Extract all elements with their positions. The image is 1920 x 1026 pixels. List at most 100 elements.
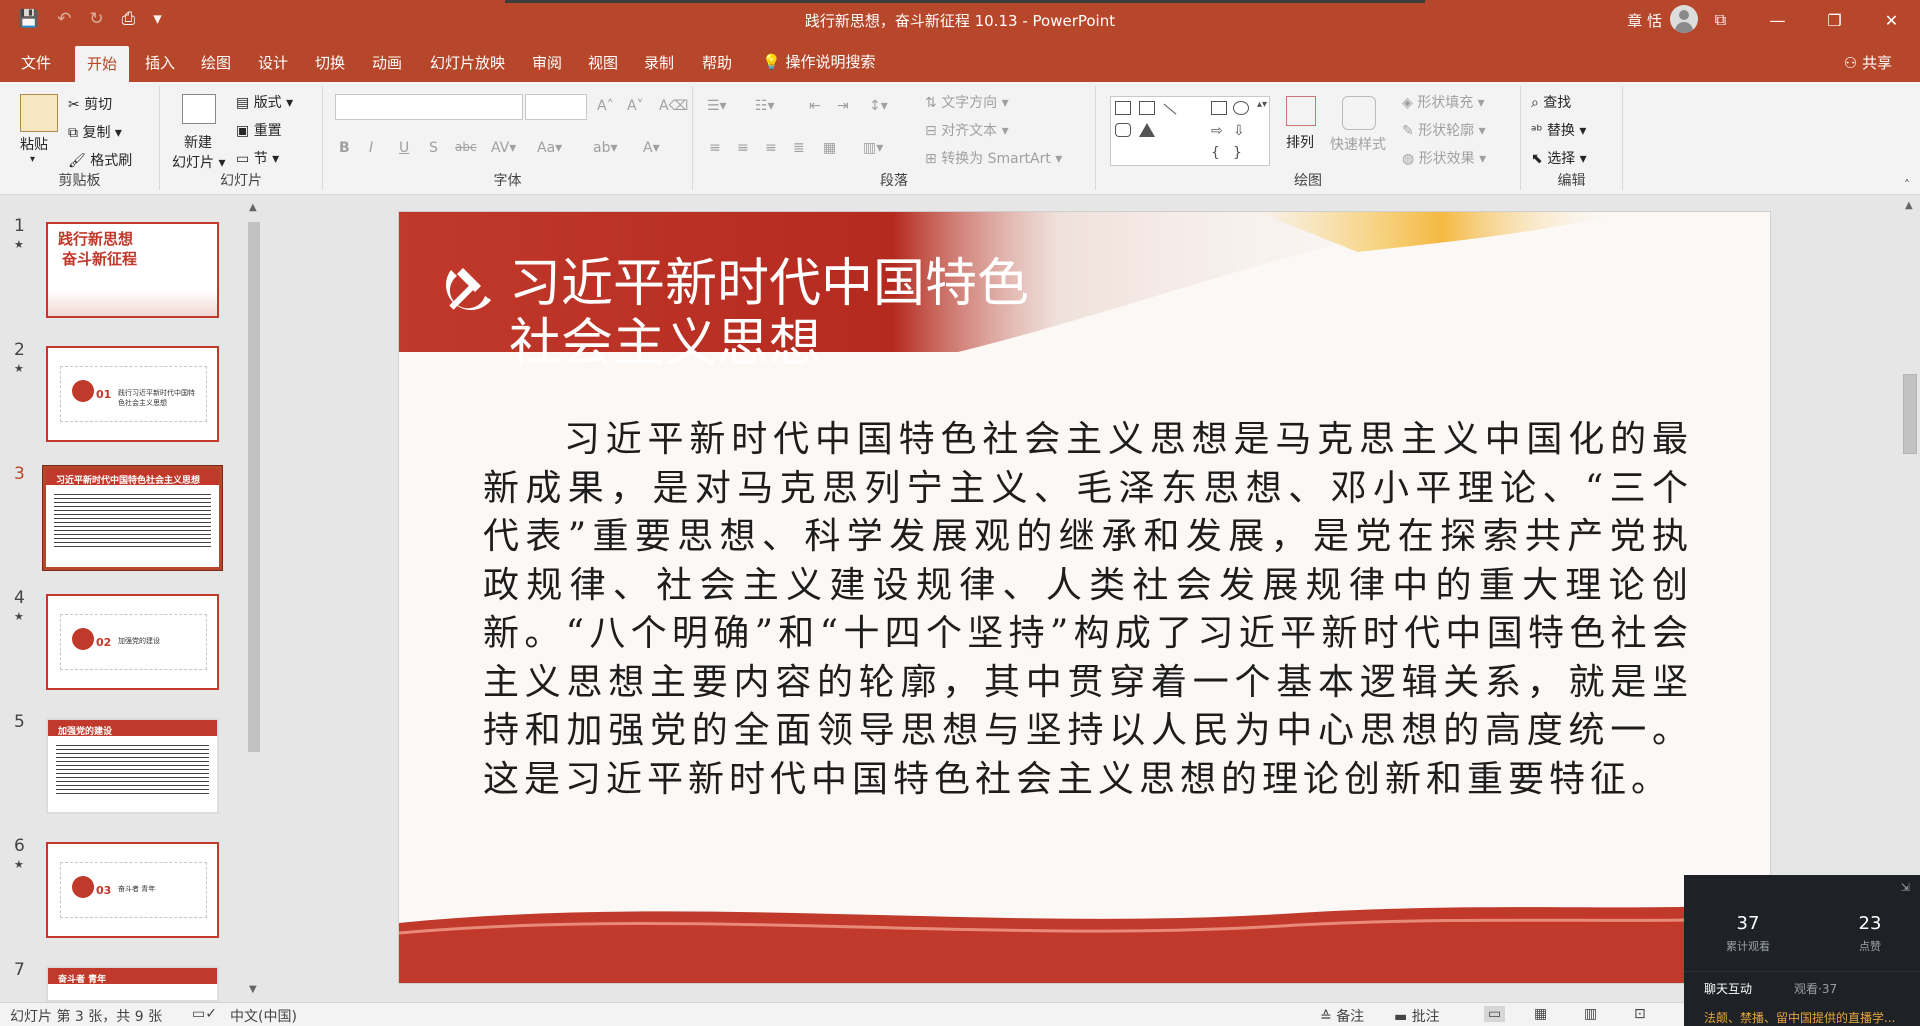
slide-sorter-icon[interactable]: ▦ bbox=[1534, 1006, 1547, 1022]
tab-record[interactable]: 录制 bbox=[644, 52, 674, 73]
justify-icon[interactable]: ≣ bbox=[793, 140, 805, 156]
distributed-icon[interactable]: ▦ bbox=[823, 140, 836, 156]
slide-thumbnail-1[interactable]: 践行新思想 奋斗新征程 bbox=[46, 222, 219, 318]
quick-styles-button[interactable]: 快速样式 bbox=[1330, 134, 1386, 154]
shadow-icon[interactable]: S bbox=[429, 140, 438, 156]
scroll-down-icon[interactable]: ▼ bbox=[249, 984, 257, 995]
collapse-ribbon-icon[interactable]: ˄ bbox=[1904, 178, 1910, 192]
shapes-gallery[interactable]: ⇨ ⇩ { } ▴▾ bbox=[1110, 96, 1270, 166]
triangle-shape-icon[interactable] bbox=[1139, 123, 1155, 137]
slideshow-view-icon[interactable]: ⊡ bbox=[1634, 1006, 1646, 1022]
restore-button[interactable]: ❐ bbox=[1806, 0, 1863, 40]
notes-button[interactable]: ≙ 备注 bbox=[1320, 1006, 1364, 1026]
tab-viewers[interactable]: 观看·37 bbox=[1794, 980, 1837, 997]
slide-canvas[interactable]: 习近平新时代中国特色 社会主义思想 习近平新时代中国特色社会主义思想是马克思主义… bbox=[398, 211, 1771, 984]
tell-me-search[interactable]: 💡 操作说明搜索 bbox=[762, 51, 875, 72]
slide-thumbnail-5[interactable]: 加强党的建设 bbox=[46, 718, 219, 814]
smartart-button[interactable]: ⊞ 转换为 SmartArt ▾ bbox=[925, 148, 1062, 168]
grow-font-icon[interactable]: A˄ bbox=[597, 98, 614, 114]
clear-formatting-icon[interactable]: A⌫ bbox=[659, 98, 688, 114]
rectangle-shape-icon[interactable] bbox=[1211, 101, 1227, 115]
shape-fill-button[interactable]: ◈ 形状填充 ▾ bbox=[1402, 92, 1485, 112]
collapse-panel-icon[interactable]: ⇲ bbox=[1901, 881, 1910, 894]
tab-transitions[interactable]: 切换 bbox=[315, 52, 345, 73]
slide-thumbnail-4[interactable]: 02 加强党的建设 bbox=[46, 594, 219, 690]
paste-dropdown-icon[interactable]: ▾ bbox=[30, 154, 35, 165]
strikethrough-icon[interactable]: abc bbox=[455, 140, 477, 154]
slide-title[interactable]: 习近平新时代中国特色 社会主义思想 bbox=[509, 254, 1029, 374]
gallery-more-icon[interactable]: ▴▾ bbox=[1257, 99, 1267, 110]
line-shape-icon[interactable] bbox=[1155, 103, 1177, 125]
reset-button[interactable]: ▣ 重置 bbox=[236, 120, 282, 140]
tab-animations[interactable]: 动画 bbox=[372, 52, 402, 73]
brace-left-shape-icon[interactable]: { bbox=[1211, 145, 1227, 161]
scrollbar-thumb[interactable] bbox=[248, 222, 260, 752]
font-name-combo[interactable] bbox=[335, 94, 523, 120]
tab-design[interactable]: 设计 bbox=[258, 52, 288, 73]
shape-effects-button[interactable]: ◍ 形状效果 ▾ bbox=[1402, 148, 1486, 168]
align-center-icon[interactable]: ≡ bbox=[737, 140, 749, 156]
align-left-icon[interactable]: ≡ bbox=[709, 140, 721, 156]
tab-insert[interactable]: 插入 bbox=[145, 52, 175, 73]
font-size-combo[interactable] bbox=[525, 94, 587, 120]
tab-review[interactable]: 审阅 bbox=[532, 52, 562, 73]
tab-home[interactable]: 开始 bbox=[75, 46, 130, 82]
user-name[interactable]: 章 恬 bbox=[1627, 10, 1662, 31]
minimize-button[interactable]: — bbox=[1749, 0, 1806, 40]
char-spacing-icon[interactable]: AV▾ bbox=[491, 140, 516, 156]
format-painter-button[interactable]: 🖌 格式刷 bbox=[68, 150, 132, 170]
align-text-button[interactable]: ⊟ 对齐文本 ▾ bbox=[925, 120, 1009, 140]
increase-indent-icon[interactable]: ⇥ bbox=[837, 98, 849, 114]
ribbon-display-options-icon[interactable]: ⧉ bbox=[1692, 0, 1749, 40]
tab-file[interactable]: 文件 bbox=[21, 52, 51, 73]
slide-thumbnail-7[interactable]: 奋斗者 青年 bbox=[46, 966, 219, 1002]
replace-button[interactable]: ᵃᵇ 替换 ▾ bbox=[1531, 120, 1586, 140]
share-button[interactable]: ⚇ 共享 bbox=[1844, 52, 1892, 73]
change-case-icon[interactable]: Aa▾ bbox=[537, 140, 562, 156]
new-slide-dropdown[interactable]: 幻灯片 ▾ bbox=[172, 152, 225, 172]
bold-icon[interactable]: B bbox=[339, 140, 350, 156]
vertical-textbox-shape-icon[interactable] bbox=[1139, 101, 1155, 115]
tab-help[interactable]: 帮助 bbox=[702, 52, 732, 73]
tab-slideshow[interactable]: 幻灯片放映 bbox=[430, 52, 505, 73]
find-button[interactable]: ⌕ 查找 bbox=[1531, 92, 1571, 112]
oval-shape-icon[interactable] bbox=[1233, 101, 1249, 115]
paste-button[interactable]: 粘贴 bbox=[20, 134, 48, 154]
tab-draw[interactable]: 绘图 bbox=[201, 52, 231, 73]
line-spacing-icon[interactable]: ↕▾ bbox=[869, 98, 888, 114]
comments-button[interactable]: ▬ 批注 bbox=[1394, 1006, 1440, 1026]
arrow-down-shape-icon[interactable]: ⇩ bbox=[1233, 123, 1249, 139]
arrange-button[interactable]: 排列 bbox=[1286, 132, 1314, 152]
cut-button[interactable]: ✂ 剪切 bbox=[68, 94, 112, 114]
normal-view-icon[interactable]: ▭ bbox=[1484, 1006, 1506, 1022]
tab-chat[interactable]: 聊天互动 bbox=[1704, 980, 1752, 997]
section-button[interactable]: ▭ 节 ▾ bbox=[236, 148, 279, 168]
copy-button[interactable]: ⧉ 复制 ▾ bbox=[68, 122, 122, 142]
text-direction-button[interactable]: ⇅ 文字方向 ▾ bbox=[925, 92, 1009, 112]
arrow-right-shape-icon[interactable]: ⇨ bbox=[1211, 123, 1227, 139]
highlight-icon[interactable]: ab▾ bbox=[593, 140, 618, 156]
close-button[interactable]: ✕ bbox=[1863, 0, 1920, 40]
scrollbar-thumb[interactable] bbox=[1903, 374, 1917, 454]
scroll-up-icon[interactable]: ▲ bbox=[1905, 200, 1913, 211]
tab-view[interactable]: 视图 bbox=[588, 52, 618, 73]
slide-thumbnail-3[interactable]: 习近平新时代中国特色社会主义思想 bbox=[42, 465, 223, 571]
layout-button[interactable]: ▤ 版式 ▾ bbox=[236, 92, 293, 112]
scroll-up-icon[interactable]: ▲ bbox=[249, 202, 257, 213]
textbox-shape-icon[interactable] bbox=[1115, 101, 1131, 115]
slide-thumbnail-6[interactable]: 03 奋斗者 青年 bbox=[46, 842, 219, 938]
rounded-rect-shape-icon[interactable] bbox=[1115, 123, 1131, 137]
font-color-icon[interactable]: A▾ bbox=[643, 140, 660, 156]
slide-thumbnail-2[interactable]: 01 践行习近平新时代中国特色社会主义思想 bbox=[46, 346, 219, 442]
italic-icon[interactable]: I bbox=[369, 140, 373, 156]
reading-view-icon[interactable]: ▥ bbox=[1584, 1006, 1597, 1022]
new-slide-button[interactable]: 新建 bbox=[184, 132, 212, 152]
bullets-icon[interactable]: ☰▾ bbox=[707, 98, 727, 114]
select-button[interactable]: ⬉ 选择 ▾ bbox=[1531, 148, 1587, 168]
language-indicator[interactable]: 中文(中国) bbox=[230, 1006, 297, 1026]
shape-outline-button[interactable]: ✎ 形状轮廓 ▾ bbox=[1402, 120, 1486, 140]
slide-body-text[interactable]: 习近平新时代中国特色社会主义思想是马克思主义中国化的最新成果，是对马克思列宁主义… bbox=[483, 416, 1693, 804]
brace-right-shape-icon[interactable]: } bbox=[1233, 145, 1249, 161]
align-right-icon[interactable]: ≡ bbox=[765, 140, 777, 156]
decrease-indent-icon[interactable]: ⇤ bbox=[809, 98, 821, 114]
